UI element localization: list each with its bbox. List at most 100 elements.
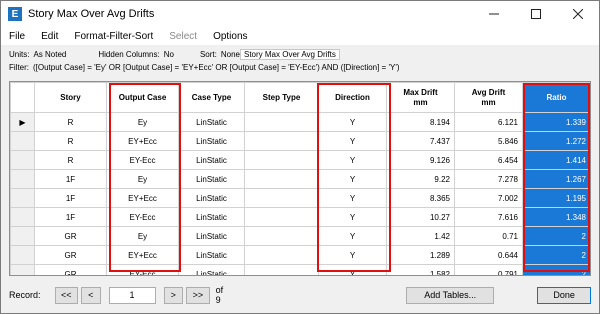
cell-max-drift[interactable]: 8.365: [386, 188, 455, 208]
record-input[interactable]: 1: [108, 286, 156, 304]
cell-direction[interactable]: Y: [318, 245, 387, 265]
cell-step-type[interactable]: [244, 112, 319, 132]
cell-case-type[interactable]: LinStatic: [178, 169, 245, 189]
cell-case-type[interactable]: LinStatic: [178, 245, 245, 265]
cell-story[interactable]: R: [34, 150, 107, 170]
cell-case-type[interactable]: LinStatic: [178, 112, 245, 132]
cell-direction[interactable]: Y: [318, 264, 387, 275]
cell-step-type[interactable]: [244, 226, 319, 246]
cell-max-drift[interactable]: 1.42: [386, 226, 455, 246]
cell-story[interactable]: GR: [34, 264, 107, 275]
row-selector[interactable]: ▶: [10, 112, 35, 132]
cell-ratio[interactable]: 2: [522, 264, 590, 275]
table-row[interactable]: R EY-Ecc LinStatic Y 9.126 6.454 1.414: [10, 150, 590, 170]
row-selector[interactable]: [10, 150, 35, 170]
previous-record-button[interactable]: <: [81, 286, 101, 304]
cell-story[interactable]: 1F: [34, 207, 107, 227]
cell-max-drift[interactable]: 1.289: [386, 245, 455, 265]
cell-avg-drift[interactable]: 5.846: [454, 131, 523, 151]
cell-step-type[interactable]: [244, 169, 319, 189]
done-button[interactable]: Done: [537, 286, 591, 304]
menu-file[interactable]: File: [7, 31, 27, 42]
add-tables-button[interactable]: Add Tables...: [406, 286, 495, 304]
cell-ratio[interactable]: 1.272: [522, 131, 590, 151]
cell-max-drift[interactable]: 9.126: [386, 150, 455, 170]
cell-step-type[interactable]: [244, 207, 319, 227]
cell-ratio[interactable]: 2: [522, 226, 590, 246]
cell-max-drift[interactable]: 10.27: [386, 207, 455, 227]
cell-output-case[interactable]: EY-Ecc: [106, 264, 179, 275]
cell-max-drift[interactable]: 1.582: [386, 264, 455, 275]
cell-ratio[interactable]: 1.414: [522, 150, 590, 170]
col-avg-drift[interactable]: Avg Drift mm: [454, 82, 523, 113]
row-selector[interactable]: [10, 131, 35, 151]
cell-max-drift[interactable]: 9.22: [386, 169, 455, 189]
cell-story[interactable]: R: [34, 131, 107, 151]
next-record-button[interactable]: >: [163, 286, 184, 304]
menu-format-filter-sort[interactable]: Format-Filter-Sort: [72, 31, 155, 42]
cell-step-type[interactable]: [244, 264, 319, 275]
cell-avg-drift[interactable]: 6.454: [454, 150, 523, 170]
cell-output-case[interactable]: EY-Ecc: [106, 207, 179, 227]
menu-options[interactable]: Options: [211, 31, 249, 42]
cell-ratio[interactable]: 1.195: [522, 188, 590, 208]
table-row[interactable]: GR EY+Ecc LinStatic Y 1.289 0.644 2: [10, 245, 590, 265]
cell-step-type[interactable]: [244, 150, 319, 170]
table-row[interactable]: 1F EY+Ecc LinStatic Y 8.365 7.002 1.195: [10, 188, 590, 208]
cell-story[interactable]: GR: [34, 245, 107, 265]
cell-case-type[interactable]: LinStatic: [178, 264, 245, 275]
cell-avg-drift[interactable]: 6.121: [454, 112, 523, 132]
cell-story[interactable]: 1F: [34, 188, 107, 208]
table-row[interactable]: R EY+Ecc LinStatic Y 7.437 5.846 1.272: [10, 131, 590, 151]
col-max-drift[interactable]: Max Drift mm: [386, 82, 455, 113]
cell-direction[interactable]: Y: [318, 112, 387, 132]
table-row[interactable]: 1F EY-Ecc LinStatic Y 10.27 7.616 1.348: [10, 207, 590, 227]
row-selector[interactable]: [10, 245, 35, 265]
cell-story[interactable]: R: [34, 112, 107, 132]
cell-direction[interactable]: Y: [318, 169, 387, 189]
cell-story[interactable]: GR: [34, 226, 107, 246]
cell-output-case[interactable]: EY+Ecc: [106, 131, 179, 151]
cell-direction[interactable]: Y: [318, 131, 387, 151]
cell-story[interactable]: 1F: [34, 169, 107, 189]
cell-ratio[interactable]: 1.348: [522, 207, 590, 227]
cell-avg-drift[interactable]: 7.616: [454, 207, 523, 227]
cell-avg-drift[interactable]: 7.278: [454, 169, 523, 189]
row-selector[interactable]: [10, 207, 35, 227]
cell-output-case[interactable]: Ey: [106, 226, 179, 246]
table-row[interactable]: GR EY-Ecc LinStatic Y 1.582 0.791 2: [10, 264, 590, 275]
row-selector[interactable]: [10, 226, 35, 246]
cell-max-drift[interactable]: 8.194: [386, 112, 455, 132]
table-row[interactable]: GR Ey LinStatic Y 1.42 0.71 2: [10, 226, 590, 246]
cell-ratio[interactable]: 1.267: [522, 169, 590, 189]
cell-output-case[interactable]: EY-Ecc: [106, 150, 179, 170]
row-selector[interactable]: [10, 169, 35, 189]
menu-select[interactable]: Select: [167, 31, 199, 42]
cell-ratio[interactable]: 1.339: [522, 112, 590, 132]
table-row[interactable]: 1F Ey LinStatic Y 9.22 7.278 1.267: [10, 169, 590, 189]
close-button[interactable]: [557, 1, 599, 27]
cell-output-case[interactable]: Ey: [106, 112, 179, 132]
cell-direction[interactable]: Y: [318, 226, 387, 246]
data-grid[interactable]: Story Output Case Case Type Step Type Di…: [9, 81, 591, 276]
maximize-button[interactable]: [515, 1, 557, 27]
cell-avg-drift[interactable]: 7.002: [454, 188, 523, 208]
cell-output-case[interactable]: EY+Ecc: [106, 245, 179, 265]
col-step-type[interactable]: Step Type: [244, 82, 319, 113]
cell-direction[interactable]: Y: [318, 150, 387, 170]
row-selector[interactable]: [10, 188, 35, 208]
cell-ratio[interactable]: 2: [522, 245, 590, 265]
col-output-case[interactable]: Output Case: [106, 82, 179, 113]
cell-avg-drift[interactable]: 0.71: [454, 226, 523, 246]
col-ratio[interactable]: Ratio: [522, 82, 590, 113]
last-record-button[interactable]: >>: [186, 286, 210, 304]
cell-case-type[interactable]: LinStatic: [178, 226, 245, 246]
cell-avg-drift[interactable]: 0.644: [454, 245, 523, 265]
table-row[interactable]: ▶ R Ey LinStatic Y 8.194 6.121 1.339: [10, 112, 590, 132]
cell-step-type[interactable]: [244, 131, 319, 151]
col-direction[interactable]: Direction: [318, 82, 387, 113]
table-name-field[interactable]: Story Max Over Avg Drifts: [240, 48, 340, 60]
menu-edit[interactable]: Edit: [39, 31, 60, 42]
cell-step-type[interactable]: [244, 245, 319, 265]
cell-direction[interactable]: Y: [318, 207, 387, 227]
